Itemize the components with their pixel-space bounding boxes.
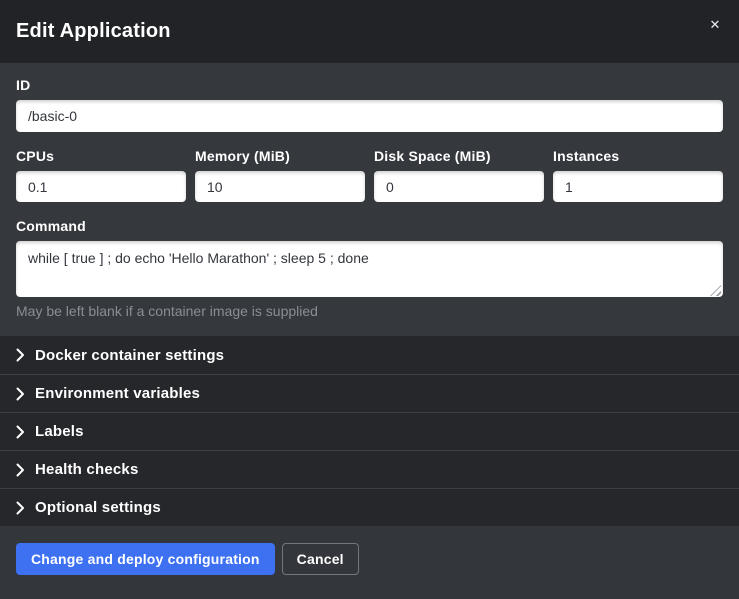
chevron-right-icon	[16, 348, 25, 362]
section-label: Health checks	[35, 461, 138, 478]
chevron-right-icon	[16, 501, 25, 515]
section-label: Optional settings	[35, 499, 161, 516]
section-health-checks[interactable]: Health checks	[0, 450, 739, 488]
edit-application-modal: Edit Application ✕ ID CPUs Memory (MiB) …	[0, 0, 739, 599]
memory-label: Memory (MiB)	[195, 148, 365, 164]
instances-field-group: Instances	[553, 148, 723, 202]
section-label: Environment variables	[35, 385, 200, 402]
id-input[interactable]	[16, 100, 723, 132]
instances-input[interactable]	[553, 171, 723, 202]
modal-header: Edit Application ✕	[0, 0, 739, 63]
cpus-label: CPUs	[16, 148, 186, 164]
command-help-text: May be left blank if a container image i…	[16, 303, 723, 319]
section-label: Labels	[35, 423, 84, 440]
edit-application-form: ID CPUs Memory (MiB) Disk Space (MiB) In…	[0, 63, 739, 336]
command-textarea[interactable]: while [ true ] ; do echo 'Hello Marathon…	[16, 241, 723, 297]
section-labels[interactable]: Labels	[0, 412, 739, 450]
id-label: ID	[16, 77, 723, 93]
instances-label: Instances	[553, 148, 723, 164]
disk-space-input[interactable]	[374, 171, 544, 202]
section-label: Docker container settings	[35, 347, 224, 364]
section-environment-variables[interactable]: Environment variables	[0, 374, 739, 412]
chevron-right-icon	[16, 387, 25, 401]
chevron-right-icon	[16, 463, 25, 477]
id-field-group: ID	[16, 77, 723, 132]
command-label: Command	[16, 218, 723, 234]
resources-row: CPUs Memory (MiB) Disk Space (MiB) Insta…	[16, 148, 723, 202]
modal-title: Edit Application	[16, 20, 171, 43]
cpus-input[interactable]	[16, 171, 186, 202]
chevron-right-icon	[16, 425, 25, 439]
memory-input[interactable]	[195, 171, 365, 202]
collapsible-sections: Docker container settings Environment va…	[0, 336, 739, 526]
modal-footer: Change and deploy configuration Cancel	[0, 526, 739, 599]
disk-space-field-group: Disk Space (MiB)	[374, 148, 544, 202]
memory-field-group: Memory (MiB)	[195, 148, 365, 202]
disk-space-label: Disk Space (MiB)	[374, 148, 544, 164]
section-docker-container-settings[interactable]: Docker container settings	[0, 336, 739, 374]
close-icon[interactable]: ✕	[704, 14, 726, 36]
cancel-button[interactable]: Cancel	[282, 543, 359, 575]
change-and-deploy-button[interactable]: Change and deploy configuration	[16, 543, 275, 575]
section-optional-settings[interactable]: Optional settings	[0, 488, 739, 526]
cpus-field-group: CPUs	[16, 148, 186, 202]
command-field-group: Command while [ true ] ; do echo 'Hello …	[16, 218, 723, 319]
